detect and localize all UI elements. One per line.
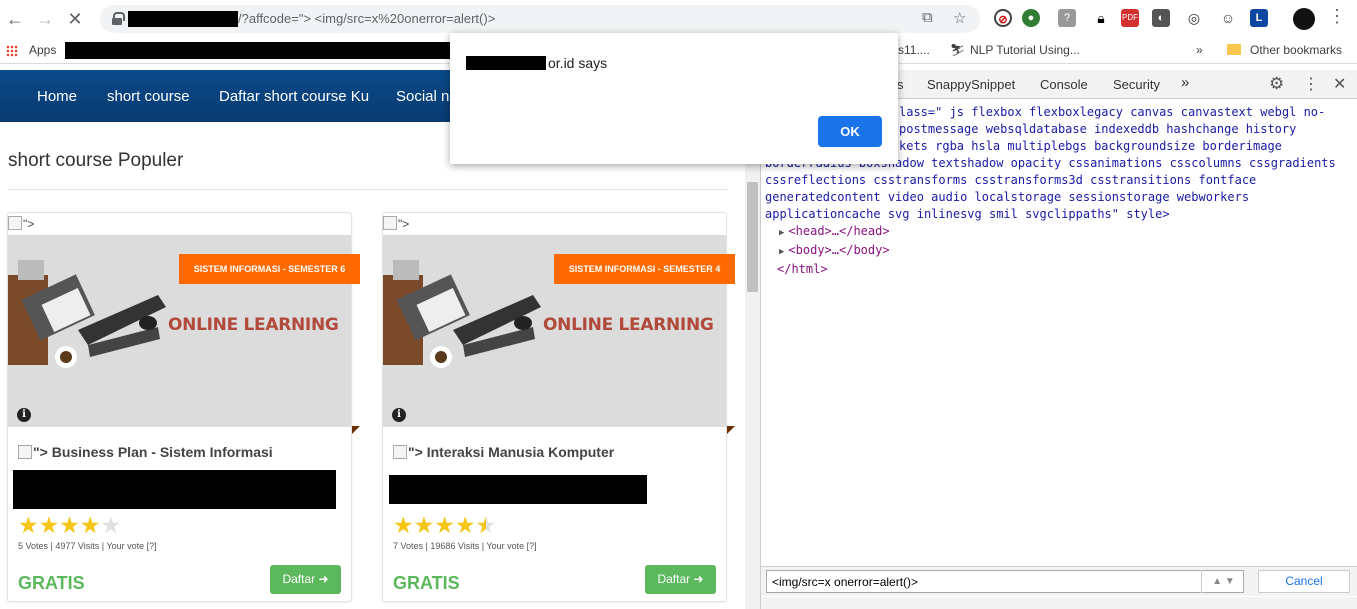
redacted-info [389, 475, 647, 504]
tab-console[interactable]: Console [1040, 77, 1088, 92]
search-input[interactable]: <img/src=x onerror=alert()> [766, 570, 1244, 593]
alert-dialog: or.id says OK [450, 33, 898, 164]
bookmark-nlp[interactable]: NLP Tutorial Using... [970, 43, 1080, 57]
tab-security[interactable]: Security [1113, 77, 1160, 92]
body-node[interactable]: ▶ <body>…</body> [765, 242, 1336, 261]
globe-extension-icon[interactable]: ● [1022, 9, 1040, 27]
info-icon[interactable]: i [392, 408, 406, 422]
alert-message: or.id says [548, 55, 608, 71]
course-title[interactable]: "> Business Plan - Sistem Informasi [18, 444, 273, 460]
other-bookmarks[interactable]: Other bookmarks [1250, 43, 1342, 57]
scrollbar-thumb[interactable] [747, 182, 758, 292]
tab-snappysnippet[interactable]: SnappySnippet [927, 77, 1015, 92]
code-line: cssreflections csstransforms csstransfor… [765, 173, 1257, 187]
translate-icon[interactable]: ⧉ [922, 9, 933, 26]
price-label: GRATIS [18, 573, 85, 593]
l-extension-icon[interactable]: L [1250, 9, 1268, 27]
devtools-menu-icon[interactable]: ⋮ [1303, 74, 1319, 94]
lock-icon [112, 12, 125, 25]
star-icon[interactable]: ★ [393, 513, 414, 537]
address-bar[interactable]: /?affcode="> <img/src=x%20onerror=alert(… [100, 5, 980, 33]
star-icon[interactable]: ★ [414, 513, 435, 537]
votes-line: 5 Votes | 4977 Visits | Your vote [?] [18, 541, 157, 551]
star-icon[interactable]: ★ [101, 513, 122, 537]
chrome-menu-icon[interactable]: ⋮ [1328, 6, 1346, 27]
nav-home[interactable]: Home [37, 88, 77, 105]
star-icon[interactable]: ★ [59, 513, 80, 537]
star-icon[interactable]: ★ [434, 513, 455, 537]
cancel-button[interactable]: Cancel [1258, 570, 1350, 593]
avatar[interactable] [1293, 8, 1315, 30]
rating-stars[interactable]: ★★★★★ [393, 513, 496, 538]
reader-extension-icon[interactable]: ◎ [1185, 9, 1203, 27]
daftar-button[interactable]: Daftar ➜ [270, 565, 341, 594]
price-label: GRATIS [393, 573, 460, 593]
close-icon[interactable]: ✕ [1333, 74, 1346, 94]
tag-fold [727, 426, 735, 434]
expand-triangle-icon[interactable]: ▶ [779, 228, 784, 238]
settings-gear-icon[interactable]: ⚙ [1269, 74, 1284, 94]
tabs-overflow[interactable]: » [1181, 74, 1189, 91]
redacted-bookmarks [65, 42, 450, 59]
code-line: applicationcache svg inlinesvg smil svgc… [765, 207, 1170, 221]
code-line: generatedcontent video audio localstorag… [765, 190, 1250, 204]
daftar-button[interactable]: Daftar ➜ [645, 565, 716, 594]
block-extension-icon[interactable]: ⊘ [994, 9, 1012, 27]
back-icon[interactable]: ← [4, 8, 26, 30]
bookmarks-overflow[interactable]: » [1196, 43, 1203, 57]
ok-button[interactable]: OK [818, 116, 882, 147]
bookmark-apps[interactable]: Apps [29, 43, 56, 57]
star-icon[interactable]: ★ [80, 513, 101, 537]
divider [8, 189, 728, 190]
redacted-domain [128, 11, 238, 27]
star-half-icon[interactable]: ★ [476, 513, 497, 537]
broken-image: "> [383, 216, 409, 231]
tag-fold [352, 426, 360, 434]
drawer-tabs [761, 597, 1357, 609]
devtools-search-bar: <img/src=x onerror=alert()> ▲ ▼ Cancel [761, 566, 1357, 596]
html-close-tag: </html> [777, 262, 828, 276]
banner-text: ONLINE LEARNING [543, 315, 714, 335]
head-node[interactable]: ▶ <head>…</head> [765, 223, 1336, 242]
screen: ← → ✕ /?affcode="> <img/src=x%20onerror=… [0, 0, 1357, 609]
star-icon[interactable]: ★ [455, 513, 476, 537]
pdf-extension-icon[interactable]: PDF [1121, 9, 1139, 27]
apps-grid-icon[interactable] [6, 45, 18, 57]
course-title[interactable]: "> Interaksi Manusia Komputer [393, 444, 614, 460]
page-scrollbar[interactable] [745, 122, 760, 609]
banner-text: ONLINE LEARNING [168, 315, 339, 335]
head-extension-icon[interactable]: ☺ [1219, 9, 1237, 27]
rating-stars[interactable]: ★★★★★ [18, 513, 121, 538]
nav-daftar-short-course[interactable]: Daftar short course Ku [219, 88, 369, 105]
redacted-site-name [466, 56, 546, 70]
nav-short-course[interactable]: short course [107, 88, 190, 105]
category-tag: SISTEM INFORMASI - SEMESTER 4 [554, 254, 735, 284]
bookmark-partial[interactable]: s11.... [898, 43, 930, 57]
redacted-info [13, 470, 336, 509]
star-icon[interactable]: ★ [39, 513, 60, 537]
votes-line: 7 Votes | 19686 Visits | Your vote [?] [393, 541, 537, 551]
forward-icon[interactable]: → [34, 8, 56, 30]
section-title: short course Populer [8, 150, 184, 171]
padlock-extension-icon[interactable]: 🔒︎ [1092, 9, 1110, 27]
nav-social[interactable]: Social ne [396, 88, 458, 105]
star-icon[interactable]: ★ [18, 513, 39, 537]
help-extension-icon[interactable]: ? [1058, 9, 1076, 27]
folder-icon [1227, 44, 1241, 55]
bookmark-nlp-icon: ⛷ [950, 43, 966, 57]
category-tag: SISTEM INFORMASI - SEMESTER 6 [179, 254, 360, 284]
url-text: /?affcode="> <img/src=x%20onerror=alert(… [238, 11, 496, 26]
expand-triangle-icon[interactable]: ▶ [779, 247, 784, 257]
stop-loading-icon[interactable]: ✕ [64, 8, 86, 30]
broken-image: "> [8, 216, 34, 231]
bookmark-star-icon[interactable]: ☆ [953, 9, 966, 27]
incognito-extension-icon[interactable]: ◐ [1152, 9, 1170, 27]
search-nav-arrows[interactable]: ▲ ▼ [1201, 570, 1245, 593]
info-icon[interactable]: i [17, 408, 31, 422]
